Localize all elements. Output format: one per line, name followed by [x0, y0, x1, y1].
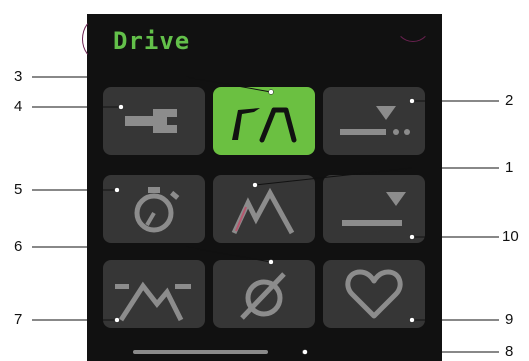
callout-2: 2 [505, 92, 514, 109]
callout-3: 3 [14, 68, 23, 85]
callout-8: 8 [505, 343, 514, 360]
callout-4: 4 [14, 98, 23, 115]
callout-6: 6 [14, 238, 23, 255]
callout-leaders [32, 76, 499, 355]
callout-10: 10 [502, 228, 519, 245]
callout-1: 1 [505, 159, 514, 176]
callout-7: 7 [14, 311, 23, 328]
callout-5: 5 [14, 181, 23, 198]
callout-9: 9 [505, 311, 514, 328]
